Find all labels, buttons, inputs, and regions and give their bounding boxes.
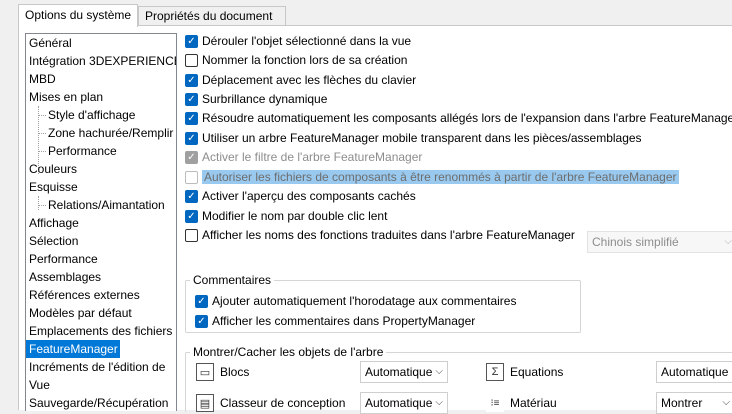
category-external-references[interactable]: Références externes <box>26 286 140 304</box>
design-binder-icon: ▤ <box>196 394 214 412</box>
equations-visibility-select[interactable]: Automatique <box>656 361 732 383</box>
category-view[interactable]: Vue <box>26 376 50 394</box>
checkbox-checked-icon[interactable]: ✓ <box>185 92 198 106</box>
option-label: Autoriser les fichiers de composants à ê… <box>202 170 679 184</box>
design-binder-visibility-select[interactable]: Automatique ⌵ <box>360 392 448 414</box>
category-featuremanager[interactable]: FeatureManager <box>26 340 120 358</box>
chevron-down-icon: ⌵ <box>722 397 730 408</box>
material-visibility-value: Montrer <box>661 396 703 410</box>
tree-item-equations-label: Equations <box>510 365 564 379</box>
option-slow-double-click-rename[interactable]: ✓ Modifier le nom par double clic lent <box>185 207 387 225</box>
checkbox-checked-icon[interactable]: ✓ <box>185 34 198 48</box>
category-backup-recover[interactable]: Sauvegarde/Récupération <box>26 394 168 411</box>
option-label: Utiliser un arbre FeatureManager mobile … <box>202 131 642 145</box>
option-label: Nommer la fonction lors de sa création <box>202 53 408 67</box>
tree-item-design-binder-label: Classeur de conception <box>220 396 346 410</box>
category-hatch-fill[interactable]: Zone hachurée/Remplir <box>26 124 173 142</box>
checkbox-checked-icon[interactable]: ✓ <box>195 294 208 308</box>
chevron-down-icon: ⌵ <box>435 397 443 408</box>
blocks-visibility-value: Automatique <box>365 365 433 379</box>
option-transparent-flyout-tree[interactable]: ✓ Utiliser un arbre FeatureManager mobil… <box>185 129 642 147</box>
tree-item-material-label: Matériau <box>510 396 557 410</box>
category-file-locations[interactable]: Emplacements des fichiers <box>26 322 172 340</box>
category-assemblies[interactable]: Assemblages <box>26 268 101 286</box>
checkbox-checked-icon[interactable]: ✓ <box>185 209 198 223</box>
option-show-translated-names[interactable]: Afficher les noms des fonctions traduite… <box>185 226 575 244</box>
material-visibility-select[interactable]: Montrer ⌵ <box>656 392 732 414</box>
comments-group-title: Commentaires <box>190 273 275 287</box>
design-binder-visibility-value: Automatique <box>365 396 433 410</box>
checkbox-checked-icon[interactable]: ✓ <box>185 73 198 87</box>
option-label: Activer l'aperçu des composants cachés <box>202 189 416 203</box>
option-resolve-lightweight[interactable]: ✓ Résoudre automatiquement les composant… <box>185 109 732 127</box>
category-display-style[interactable]: Style d'affichage <box>26 106 135 124</box>
option-enable-tree-filter[interactable]: ✓ Activer le filtre de l'arbre FeatureMa… <box>185 148 422 166</box>
category-selection[interactable]: Sélection <box>26 232 78 250</box>
category-mbd[interactable]: MBD <box>26 70 56 88</box>
option-label: Déplacement avec les flèches du clavier <box>202 73 417 87</box>
category-colors[interactable]: Couleurs <box>26 160 77 178</box>
checkbox-checked-icon[interactable]: ✓ <box>195 314 208 328</box>
option-hidden-component-preview[interactable]: ✓ Activer l'aperçu des composants cachés <box>185 187 416 205</box>
tab-system-options[interactable]: Options du système <box>18 4 138 27</box>
category-display[interactable]: Affichage <box>26 214 79 232</box>
option-label: Dérouler l'objet sélectionné dans la vue <box>202 34 412 48</box>
tree-items-group-title: Montrer/Cacher les objets de l'arbre <box>190 345 387 359</box>
tree-item-blocks-label: Blocs <box>220 365 250 379</box>
blocks-icon: ▭ <box>196 363 214 381</box>
tab-document-properties[interactable]: Propriétés du document <box>138 6 286 26</box>
category-sketch[interactable]: Esquisse <box>26 178 78 196</box>
category-performance[interactable]: Performance <box>26 250 98 268</box>
option-auto-timestamp-comments[interactable]: ✓ Ajouter automatiquement l'horodatage a… <box>195 292 516 310</box>
category-list[interactable]: Général Intégration 3DEXPERIENCE MBD Mis… <box>25 33 177 411</box>
option-allow-rename-components[interactable]: Autoriser les fichiers de composants à ê… <box>185 168 679 186</box>
category-relations-snaps[interactable]: Relations/Aimantation <box>26 196 165 214</box>
option-comments-in-propertymanager[interactable]: ✓ Afficher les commentaires dans Propert… <box>195 312 475 330</box>
category-drawing-performance[interactable]: Performance <box>26 142 117 160</box>
option-label: Modifier le nom par double clic lent <box>202 209 388 223</box>
chevron-down-icon: ⌵ <box>724 236 732 247</box>
option-label: Surbrillance dynamique <box>202 92 328 106</box>
option-label: Activer le filtre de l'arbre FeatureMana… <box>202 150 423 164</box>
option-label: Afficher les commentaires dans PropertyM… <box>212 314 476 328</box>
category-general[interactable]: Général <box>26 34 72 52</box>
tree-items-group: Montrer/Cacher les objets de l'arbre ▭ B… <box>185 345 732 414</box>
category-spin-box-increments[interactable]: Incréments de l'édition de <box>26 358 165 376</box>
option-label: Résoudre automatiquement les composants … <box>202 111 732 125</box>
checkbox-checked-icon[interactable]: ✓ <box>185 131 198 145</box>
translation-language-value: Chinois simplifié <box>592 235 679 249</box>
checkbox-disabled-checked-icon[interactable]: ✓ <box>185 150 198 164</box>
option-arrow-key-navigation[interactable]: ✓ Déplacement avec les flèches du clavie… <box>185 71 416 89</box>
blocks-visibility-select[interactable]: Automatique ⌵ <box>360 361 448 383</box>
sigma-icon: Σ <box>486 363 504 381</box>
equations-visibility-value: Automatique <box>661 365 729 379</box>
translation-language-select[interactable]: Chinois simplifié ⌵ <box>587 231 732 253</box>
checkbox-disabled-unchecked-icon[interactable] <box>185 170 198 184</box>
option-label: Ajouter automatiquement l'horodatage aux… <box>212 294 517 308</box>
category-default-templates[interactable]: Modèles par défaut <box>26 304 132 322</box>
chevron-down-icon: ⌵ <box>435 366 443 377</box>
option-expand-selected[interactable]: ✓ Dérouler l'objet sélectionné dans la v… <box>185 32 411 50</box>
category-drawings[interactable]: Mises en plan <box>26 88 103 106</box>
checkbox-checked-icon[interactable]: ✓ <box>185 111 198 125</box>
comments-group: Commentaires ✓ Ajouter automatiquement l… <box>185 273 581 333</box>
category-3dexperience[interactable]: Intégration 3DEXPERIENCE <box>26 52 176 70</box>
checkbox-unchecked-icon[interactable] <box>185 53 198 67</box>
checkbox-unchecked-icon[interactable] <box>185 228 198 242</box>
material-icon: ⁝≡ <box>486 394 504 412</box>
option-dynamic-highlight[interactable]: ✓ Surbrillance dynamique <box>185 90 327 108</box>
options-panel: Général Intégration 3DEXPERIENCE MBD Mis… <box>18 25 732 414</box>
option-label: Afficher les noms des fonctions traduite… <box>202 228 575 242</box>
option-name-feature-on-create[interactable]: Nommer la fonction lors de sa création <box>185 51 407 69</box>
checkbox-checked-icon[interactable]: ✓ <box>185 189 198 203</box>
